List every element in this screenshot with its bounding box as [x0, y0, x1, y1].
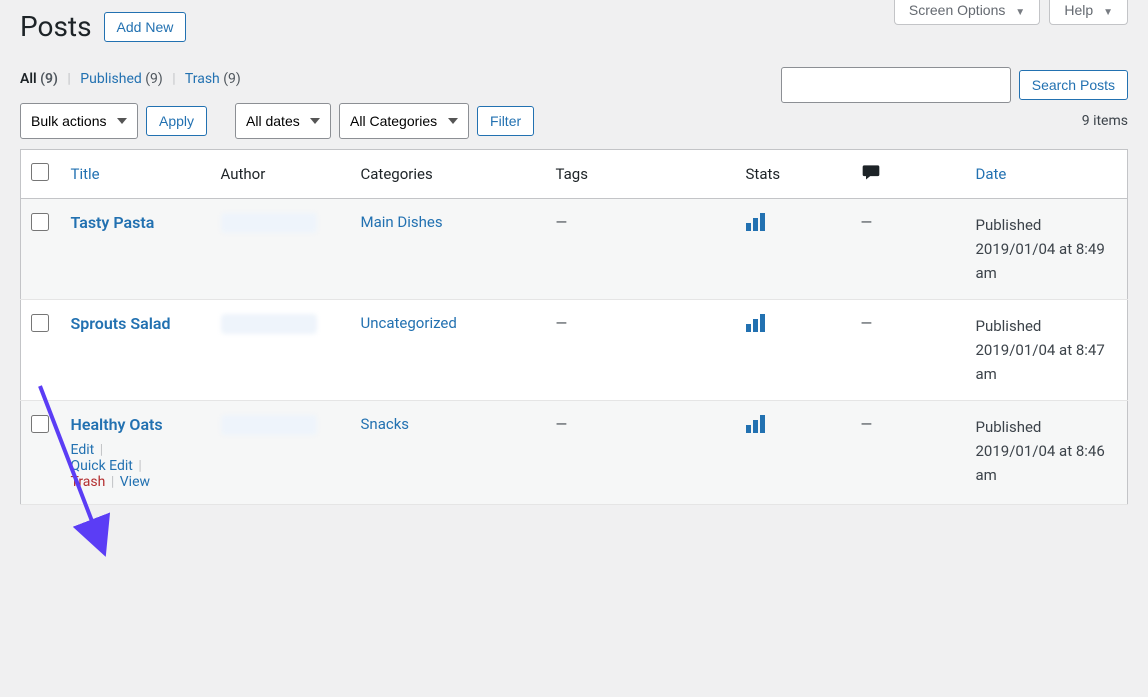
author-cell: [221, 314, 317, 334]
separator: |: [67, 71, 70, 87]
bulk-actions-select[interactable]: Bulk actions: [20, 103, 138, 139]
date-status: Published: [976, 216, 1042, 234]
post-title-link[interactable]: Healthy Oats: [71, 415, 163, 434]
chevron-down-icon: ▼: [1015, 7, 1025, 18]
screen-options-label: Screen Options: [909, 2, 1006, 18]
comment-bubble-icon: [861, 162, 881, 186]
bar-chart-icon: [746, 213, 765, 231]
item-count: 9 items: [1082, 113, 1128, 129]
column-comments: [851, 150, 966, 199]
column-categories: Categories: [351, 150, 546, 199]
chevron-down-icon: ▼: [1103, 7, 1113, 18]
filter-all-label: All: [20, 71, 37, 87]
filter-published[interactable]: Published (9): [80, 71, 166, 87]
author-cell: [221, 213, 317, 233]
select-all-checkbox[interactable]: [31, 163, 49, 181]
row-checkbox[interactable]: [31, 415, 49, 433]
filter-published-label: Published: [80, 71, 141, 87]
date-filter-select[interactable]: All dates: [235, 103, 331, 139]
author-cell: [221, 415, 317, 435]
bar-chart-icon: [746, 314, 765, 332]
bar-chart-icon: [746, 415, 765, 433]
comments-cell: —: [851, 300, 966, 401]
apply-bulk-button[interactable]: Apply: [146, 106, 207, 136]
post-title-link[interactable]: Tasty Pasta: [71, 213, 155, 232]
column-title[interactable]: Title: [71, 165, 100, 183]
date-status: Published: [976, 418, 1042, 436]
page-title: Posts: [20, 10, 92, 43]
category-link[interactable]: Uncategorized: [361, 314, 457, 332]
date-cell: Published 2019/01/04 at 8:47 am: [966, 300, 1128, 401]
comments-cell: —: [851, 401, 966, 505]
stats-link[interactable]: [746, 217, 765, 235]
date-cell: Published 2019/01/04 at 8:46 am: [966, 401, 1128, 505]
help-toggle[interactable]: Help ▼: [1049, 0, 1128, 25]
tablenav-top: Bulk actions Apply All dates All Categor…: [20, 103, 1128, 139]
trash-link[interactable]: Trash: [71, 474, 106, 490]
row-actions: Edit | Quick Edit | Trash | View: [71, 442, 201, 490]
column-author: Author: [211, 150, 351, 199]
posts-table: Title Author Categories Tags Stats Date …: [20, 149, 1128, 505]
filter-published-count: (9): [145, 71, 163, 87]
column-stats: Stats: [736, 150, 851, 199]
post-title-link[interactable]: Sprouts Salad: [71, 314, 171, 333]
filter-trash-count: (9): [223, 71, 241, 87]
column-date[interactable]: Date: [976, 165, 1007, 183]
add-new-button[interactable]: Add New: [104, 12, 187, 42]
tags-cell: —: [546, 199, 736, 300]
category-link[interactable]: Main Dishes: [361, 213, 443, 231]
category-link[interactable]: Snacks: [361, 415, 410, 433]
tags-cell: —: [546, 401, 736, 505]
category-filter-select[interactable]: All Categories: [339, 103, 469, 139]
tags-cell: —: [546, 300, 736, 401]
stats-link[interactable]: [746, 318, 765, 336]
table-row: Healthy Oats Edit | Quick Edit | Trash |…: [21, 401, 1128, 505]
date-cell: Published 2019/01/04 at 8:49 am: [966, 199, 1128, 300]
search-posts-input[interactable]: [781, 67, 1011, 103]
filter-all-count: (9): [40, 71, 58, 87]
search-posts-button[interactable]: Search Posts: [1019, 70, 1128, 100]
date-status: Published: [976, 317, 1042, 335]
row-checkbox[interactable]: [31, 213, 49, 231]
date-value: 2019/01/04 at 8:49 am: [976, 240, 1105, 282]
filter-button[interactable]: Filter: [477, 106, 534, 136]
edit-link[interactable]: Edit: [71, 442, 95, 458]
date-value: 2019/01/04 at 8:46 am: [976, 442, 1105, 484]
table-row: Sprouts Salad Uncategorized — — Publishe…: [21, 300, 1128, 401]
filter-trash-label: Trash: [185, 71, 220, 87]
column-tags: Tags: [546, 150, 736, 199]
screen-meta-toggles: Screen Options ▼ Help ▼: [888, 0, 1128, 25]
table-row: Tasty Pasta Main Dishes — — Published 20…: [21, 199, 1128, 300]
separator: |: [172, 71, 175, 87]
row-checkbox[interactable]: [31, 314, 49, 332]
screen-options-toggle[interactable]: Screen Options ▼: [894, 0, 1040, 25]
filter-all[interactable]: All (9): [20, 71, 61, 87]
view-link[interactable]: View: [120, 474, 150, 490]
comments-cell: —: [851, 199, 966, 300]
quick-edit-link[interactable]: Quick Edit: [71, 458, 133, 474]
stats-link[interactable]: [746, 419, 765, 437]
filter-trash[interactable]: Trash (9): [185, 71, 241, 87]
date-value: 2019/01/04 at 8:47 am: [976, 341, 1105, 383]
help-label: Help: [1064, 2, 1093, 18]
